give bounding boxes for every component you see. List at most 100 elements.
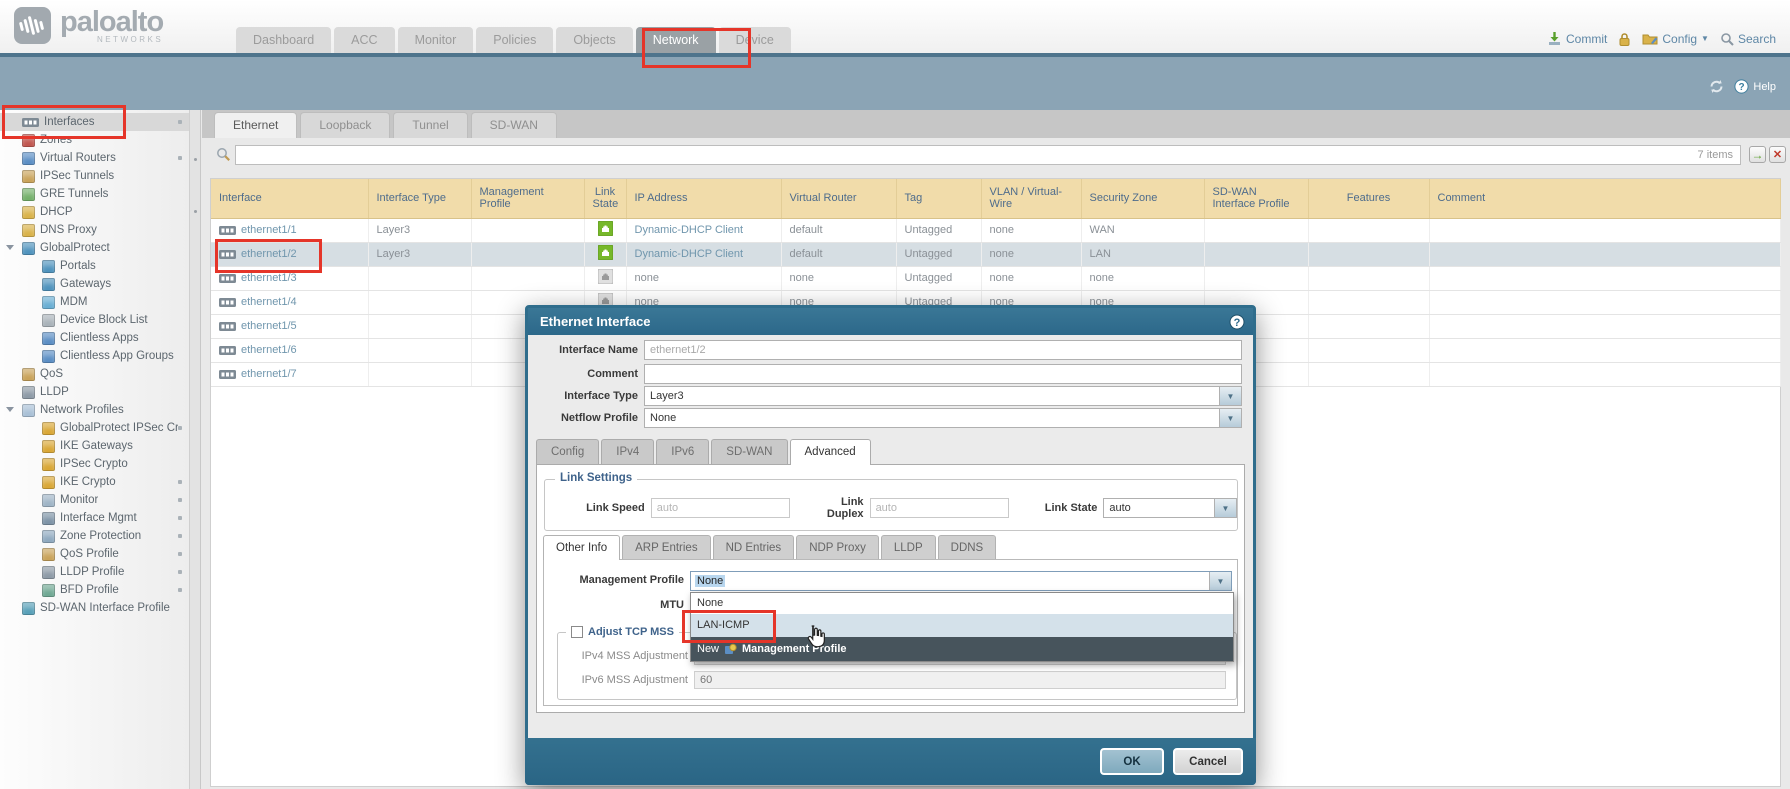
col-security-zone[interactable]: Security Zone (1081, 179, 1204, 218)
sidebar-item-bfd-profile[interactable]: BFD Profile (0, 581, 189, 599)
tab-sdwan[interactable]: SD-WAN (711, 439, 787, 465)
apply-filter-button[interactable]: → (1749, 146, 1766, 163)
sidebar-item-mdm[interactable]: MDM (0, 293, 189, 311)
tab-ipv4[interactable]: IPv4 (601, 439, 654, 465)
interface-link[interactable]: ethernet1/7 (241, 368, 297, 380)
chevron-down-icon[interactable]: ▼ (1219, 387, 1241, 405)
sidebar-item-clientless-app-groups[interactable]: Clientless App Groups (0, 347, 189, 365)
col-interface-type[interactable]: Interface Type (368, 179, 471, 218)
col-ip-address[interactable]: IP Address (626, 179, 781, 218)
clear-filter-button[interactable]: ✕ (1769, 146, 1786, 163)
sidebar-item-zones[interactable]: Zones (0, 131, 189, 149)
commit-button[interactable]: Commit (1547, 31, 1607, 46)
sidebar-item-monitor-profile[interactable]: Monitor (0, 491, 189, 509)
adjust-tcp-mss-checkbox[interactable] (571, 626, 583, 638)
subtab-nd-entries[interactable]: ND Entries (713, 535, 795, 560)
tab-sdwan[interactable]: SD-WAN (471, 112, 557, 138)
interface-link[interactable]: ethernet1/2 (241, 248, 297, 260)
subtab-ndp-proxy[interactable]: NDP Proxy (796, 535, 879, 560)
subtab-ddns[interactable]: DDNS (938, 535, 997, 560)
sidebar-item-interface-mgmt[interactable]: Interface Mgmt (0, 509, 189, 527)
sidebar-item-lldp[interactable]: LLDP (0, 383, 189, 401)
sidebar-item-lldp-profile[interactable]: LLDP Profile (0, 563, 189, 581)
nav-tab-acc[interactable]: ACC (334, 27, 394, 53)
sidebar-item-zone-protection[interactable]: Zone Protection (0, 527, 189, 545)
tab-loopback[interactable]: Loopback (300, 112, 390, 138)
nav-tab-monitor[interactable]: Monitor (398, 27, 474, 53)
subtab-arp-entries[interactable]: ARP Entries (622, 535, 710, 560)
lock-icon[interactable] (1618, 32, 1631, 46)
sidebar-item-ipsec-crypto[interactable]: IPSec Crypto (0, 455, 189, 473)
col-tag[interactable]: Tag (896, 179, 981, 218)
cancel-button[interactable]: Cancel (1173, 748, 1243, 775)
ip-address-link[interactable]: Dynamic-DHCP Client (635, 224, 744, 236)
sidebar-item-dns-proxy[interactable]: DNS Proxy (0, 221, 189, 239)
interface-type-select[interactable]: Layer3 ▼ (644, 386, 1242, 406)
col-sdwan-interface-profile[interactable]: SD-WAN Interface Profile (1204, 179, 1308, 218)
sidebar-item-ipsec-tunnels[interactable]: IPSec Tunnels (0, 167, 189, 185)
nav-tab-device[interactable]: Device (719, 27, 791, 53)
sidebar-item-device-block-list[interactable]: Device Block List (0, 311, 189, 329)
management-profile-select[interactable]: None ▼ (690, 571, 1232, 591)
tab-ethernet[interactable]: Ethernet (214, 112, 297, 138)
nav-tab-dashboard[interactable]: Dashboard (236, 27, 331, 53)
chevron-down-icon[interactable]: ▼ (1214, 499, 1236, 517)
interface-link[interactable]: ethernet1/3 (241, 272, 297, 284)
col-management-profile[interactable]: Management Profile (471, 179, 584, 218)
tab-tunnel[interactable]: Tunnel (393, 112, 467, 138)
help-button[interactable]: ? Help (1734, 79, 1776, 94)
col-vlan-virtual-wire[interactable]: VLAN / Virtual-Wire (981, 179, 1081, 218)
tab-advanced[interactable]: Advanced (790, 439, 871, 465)
expand-arrow-icon[interactable] (6, 245, 14, 250)
sidebar-item-gateways[interactable]: Gateways (0, 275, 189, 293)
interface-link[interactable]: ethernet1/5 (241, 320, 297, 332)
sidebar-item-dhcp[interactable]: DHCP (0, 203, 189, 221)
sidebar-item-qos-profile[interactable]: QoS Profile (0, 545, 189, 563)
table-row-ethernet1-1[interactable]: ethernet1/1 Layer3 Dynamic-DHCP Client d… (211, 218, 1780, 242)
expand-arrow-icon[interactable] (6, 407, 14, 412)
link-speed-field[interactable] (651, 498, 790, 518)
sidebar-item-qos[interactable]: QoS (0, 365, 189, 383)
sidebar-item-globalprotect-ipsec-crypto[interactable]: GlobalProtect IPSec Crypt (0, 419, 189, 437)
filter-input[interactable] (235, 145, 1741, 165)
sidebar-item-globalprotect[interactable]: GlobalProtect (0, 239, 189, 257)
option-new-management-profile[interactable]: New Management Profile (691, 637, 1233, 661)
interface-link[interactable]: ethernet1/4 (241, 296, 297, 308)
table-row-ethernet1-2[interactable]: ethernet1/2 Layer3 Dynamic-DHCP Client d… (211, 242, 1780, 266)
tab-ipv6[interactable]: IPv6 (656, 439, 709, 465)
comment-field[interactable] (644, 364, 1242, 384)
interface-link[interactable]: ethernet1/6 (241, 344, 297, 356)
sidebar-item-ike-gateways[interactable]: IKE Gateways (0, 437, 189, 455)
col-comment[interactable]: Comment (1429, 179, 1780, 218)
nav-tab-objects[interactable]: Objects (556, 27, 632, 53)
option-none[interactable]: None (691, 593, 1233, 614)
ok-button[interactable]: OK (1100, 748, 1164, 775)
tab-config[interactable]: Config (536, 439, 599, 465)
sidebar-item-interfaces[interactable]: Interfaces (0, 113, 189, 131)
config-menu[interactable]: Config ▼ (1642, 32, 1709, 46)
col-interface[interactable]: Interface (211, 179, 368, 218)
col-virtual-router[interactable]: Virtual Router (781, 179, 896, 218)
col-features[interactable]: Features (1308, 179, 1429, 218)
table-row-ethernet1-3[interactable]: ethernet1/3 none none Untagged none none (211, 266, 1780, 290)
sidebar-item-ike-crypto[interactable]: IKE Crypto (0, 473, 189, 491)
sidebar-item-portals[interactable]: Portals (0, 257, 189, 275)
col-link-state[interactable]: Link State (584, 179, 626, 218)
option-lan-icmp[interactable]: LAN-ICMP (691, 614, 1233, 637)
netflow-profile-select[interactable]: None ▼ (644, 408, 1242, 428)
sidebar-splitter[interactable] (190, 110, 201, 789)
refresh-icon[interactable] (1708, 79, 1725, 94)
chevron-down-icon[interactable]: ▼ (1209, 572, 1231, 590)
ip-address-link[interactable]: Dynamic-DHCP Client (635, 248, 744, 260)
nav-tab-network[interactable]: Network (636, 27, 716, 53)
link-duplex-field[interactable] (870, 498, 1009, 518)
subtab-lldp[interactable]: LLDP (881, 535, 936, 560)
help-icon[interactable]: ? (1229, 314, 1245, 330)
interface-link[interactable]: ethernet1/1 (241, 224, 297, 236)
search-button[interactable]: Search (1720, 32, 1776, 46)
sidebar-item-sdwan-interface-profile[interactable]: SD-WAN Interface Profile (0, 599, 189, 617)
subtab-other-info[interactable]: Other Info (543, 535, 620, 560)
sidebar-item-network-profiles[interactable]: Network Profiles (0, 401, 189, 419)
sidebar-item-virtual-routers[interactable]: Virtual Routers (0, 149, 189, 167)
sidebar-item-clientless-apps[interactable]: Clientless Apps (0, 329, 189, 347)
